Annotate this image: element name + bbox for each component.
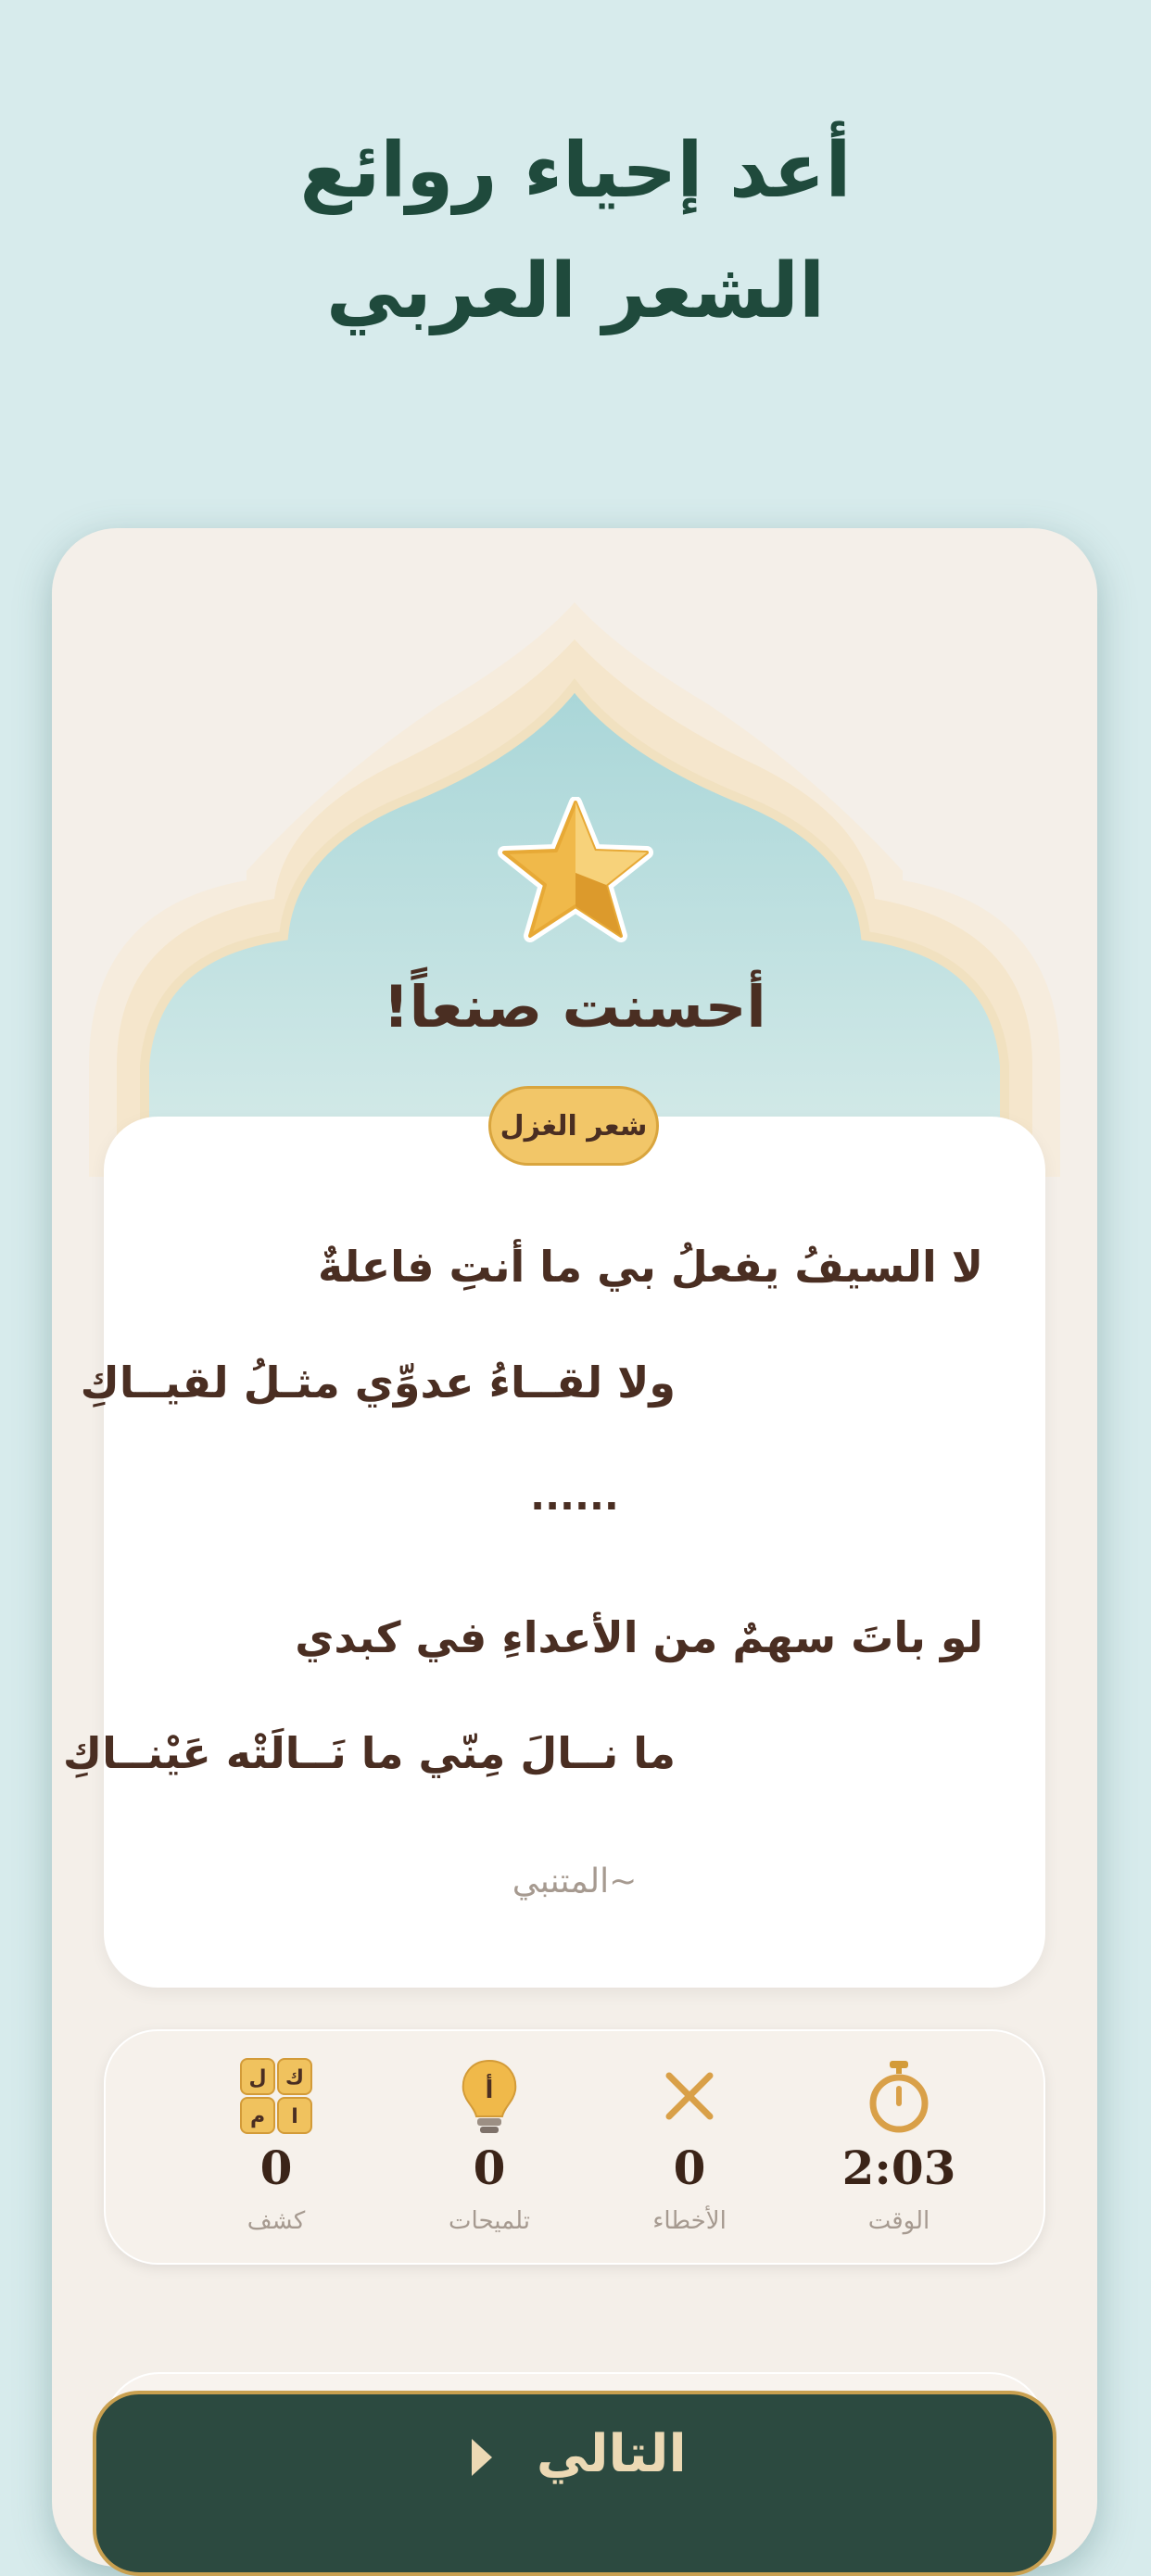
letter-tiles-icon: ك ل ا م — [240, 2058, 312, 2134]
headline-line-2: الشعر العربي — [325, 247, 826, 335]
headline-line-1: أعد إحياء روائع — [299, 127, 852, 215]
verse-separator: ...... — [530, 1473, 619, 1519]
reveals-label: كشف — [247, 2207, 306, 2235]
verse-line: لا السيفُ يفعلُ بي ما أنتِ فاعلةٌ — [318, 1242, 983, 1292]
verse-line: ولا لقــاءُ عدوِّي مثـلُ لقيــاكِ — [80, 1357, 676, 1408]
lightbulb-icon: أ — [462, 2059, 517, 2133]
page-headline: أعد إحياء روائع الشعر العربي — [0, 111, 1151, 352]
close-x-icon — [665, 2072, 714, 2120]
next-button[interactable]: التالي — [93, 2391, 1056, 2576]
next-button-label: التالي — [536, 2424, 687, 2484]
tile-letter: ل — [248, 2066, 266, 2090]
stats-panel: ك ل ا م 0 كشف أ 0 تلميحات 0 الأخطاء 2:03… — [104, 2029, 1045, 2265]
stat-hints: أ 0 تلميحات — [397, 2031, 582, 2267]
stat-time: 2:03 الوقت — [806, 2031, 992, 2267]
chevron-right-icon — [472, 2438, 493, 2476]
mistakes-value: 0 — [673, 2140, 706, 2195]
stat-mistakes: 0 الأخطاء — [597, 2031, 782, 2267]
next-button-content: التالي — [96, 2424, 1060, 2484]
tile-letter: ك — [285, 2066, 304, 2090]
verse-line: ما نــالَ مِنّي ما نَــالَتْه عَيْنــاكِ — [62, 1728, 676, 1778]
congrats-title: أحسنت صنعاً! — [383, 973, 766, 1041]
tile-letter: ا — [291, 2105, 298, 2128]
stopwatch-icon — [869, 2061, 929, 2133]
hints-label: تلميحات — [449, 2207, 530, 2235]
hints-value: 0 — [473, 2140, 506, 2195]
category-badge: شعر الغزل — [488, 1086, 659, 1166]
time-value: 2:03 — [841, 2140, 956, 2195]
time-label: الوقت — [867, 2207, 930, 2235]
star-icon — [498, 797, 653, 942]
result-card: أحسنت صنعاً! شعر الغزل لا السيفُ يفعلُ ب… — [52, 528, 1097, 2567]
stat-reveals: ك ل ا م 0 كشف — [183, 2031, 369, 2267]
verse-line: لو باتَ سهمٌ من الأعداءِ في كبدي — [295, 1612, 983, 1662]
poet-name: ~المتنبي — [512, 1863, 638, 1900]
tile-letter: م — [250, 2105, 265, 2128]
mistakes-label: الأخطاء — [652, 2207, 727, 2235]
reveals-value: 0 — [259, 2140, 293, 2195]
svg-text:أ: أ — [486, 2074, 494, 2104]
